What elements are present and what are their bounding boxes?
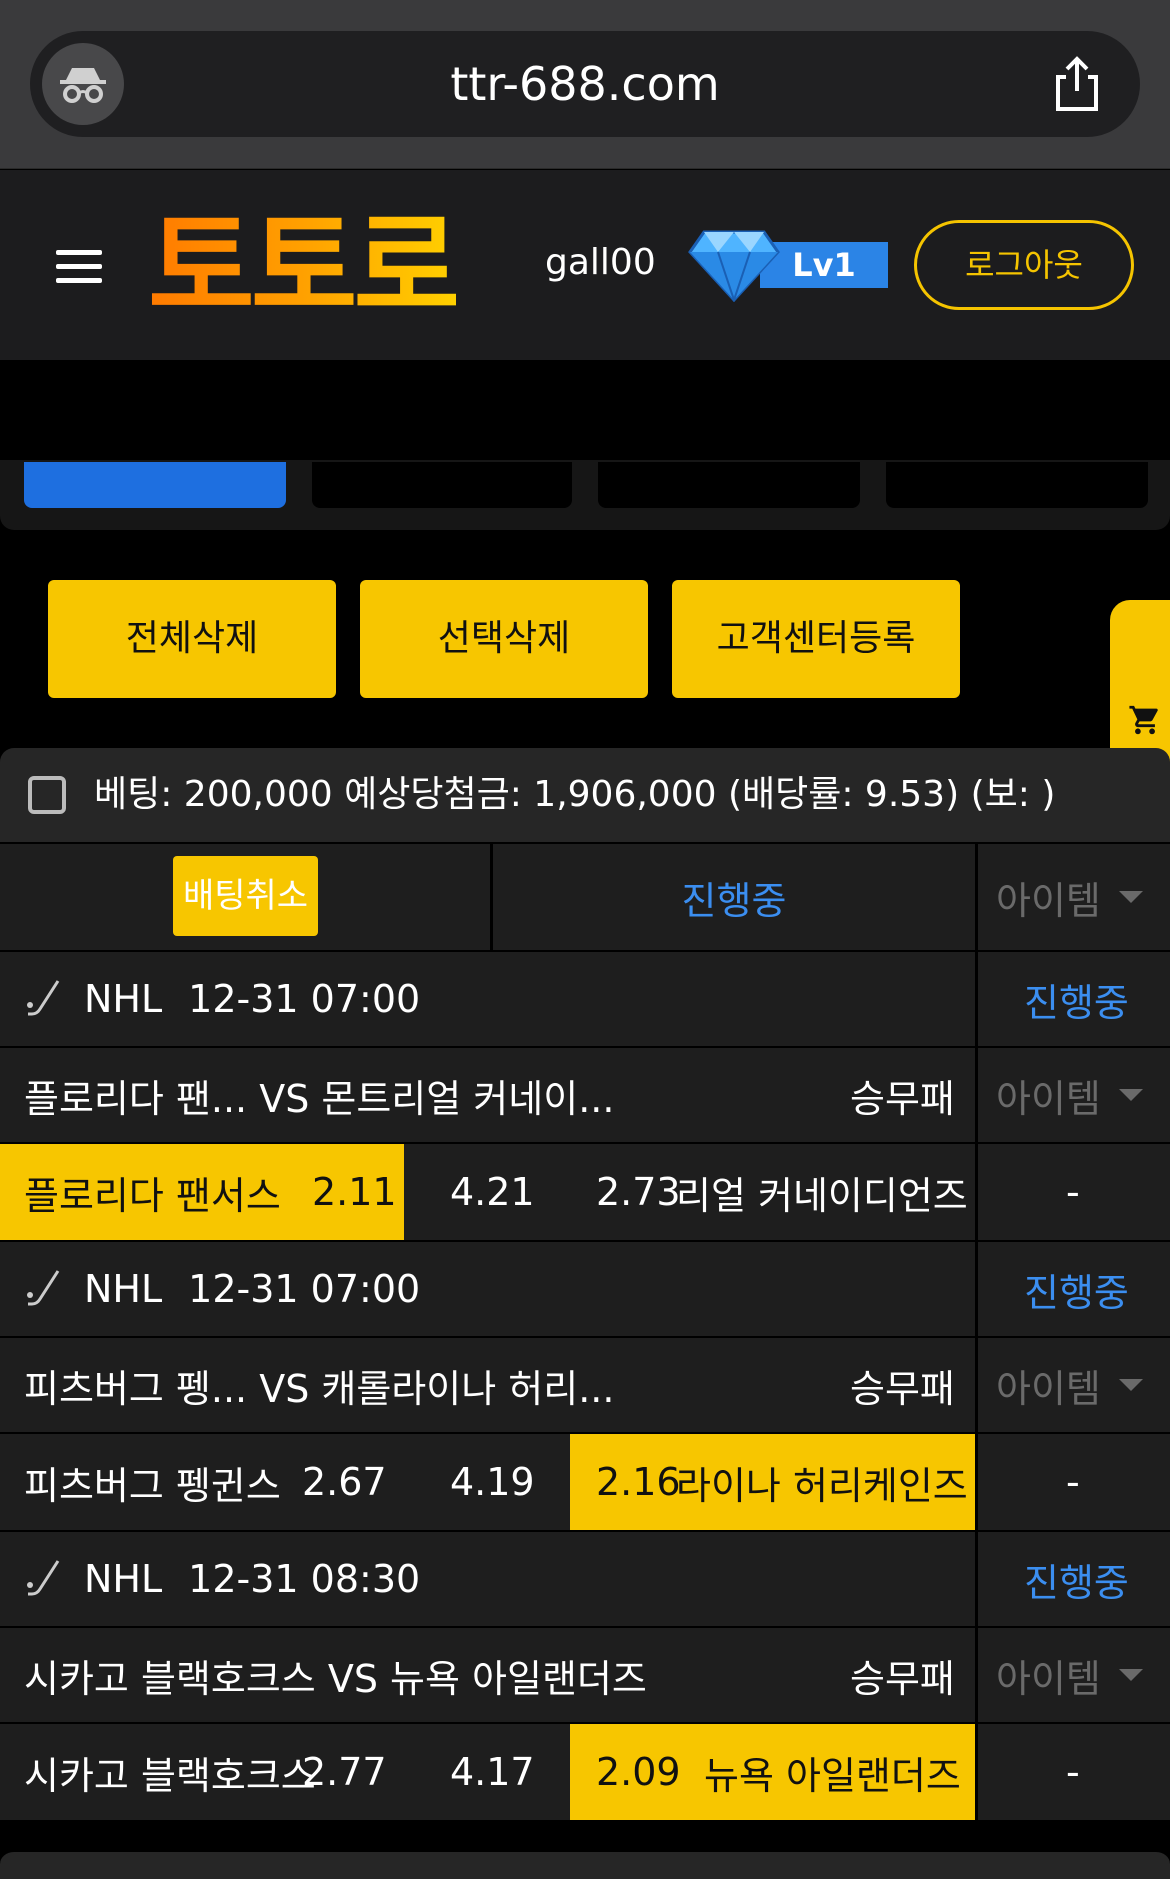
away-team-name[interactable]: 뉴욕 아일랜더즈 (704, 1724, 961, 1820)
chevron-down-icon (1118, 1379, 1143, 1391)
chevron-down-icon (1118, 1669, 1143, 1681)
logout-button[interactable]: 로그아웃 (914, 220, 1134, 310)
address-bar[interactable]: ttr-688.com (30, 31, 1140, 137)
tab-item[interactable] (598, 462, 860, 508)
home-team-name[interactable]: 피츠버그 펭귄스 (24, 1434, 281, 1530)
game-datetime: 12-31 07:00 (188, 977, 421, 1021)
table-header-row: 배팅취소 진행중 아이템 (0, 842, 1170, 950)
game-status: 진행중 (1024, 980, 1129, 1025)
item-dropdown-label: 아이템 (996, 1366, 1101, 1411)
item-value: - (1066, 1460, 1080, 1504)
item-dropdown-label: 아이템 (996, 1656, 1101, 1701)
item-dropdown[interactable]: 아이템 (996, 1628, 1143, 1722)
status-tab[interactable]: 진행중 (493, 844, 975, 950)
tab-item[interactable] (312, 462, 572, 508)
home-team-name[interactable]: 시카고 블랙호크스 (24, 1724, 316, 1820)
site-header: 토토로 gall00 Lv1 로그아웃 (0, 170, 1170, 360)
odds-row: 플로리다 팬서스 2.11 4.21 2.73 리얼 커네이디언즈 - (0, 1142, 1170, 1240)
chevron-down-icon (1118, 891, 1143, 903)
item-dropdown[interactable]: 아이템 (996, 844, 1170, 950)
game-matchup-row: 피츠버그 펭... VS 캐롤라이나 허리... 승무패 아이템 (0, 1336, 1170, 1432)
game-header-row: NHL 12-31 08:30 진행중 (0, 1530, 1170, 1626)
item-value: - (1066, 1750, 1080, 1794)
select-all-checkbox[interactable] (28, 776, 66, 814)
away-odds[interactable]: 2.73 (596, 1144, 681, 1240)
game-status: 진행중 (1024, 1270, 1129, 1315)
home-odds[interactable]: 2.77 (302, 1724, 387, 1820)
draw-odds[interactable]: 4.21 (450, 1144, 535, 1240)
home-odds[interactable]: 2.11 (312, 1144, 397, 1240)
market-type: 승무패 (850, 1076, 955, 1121)
hockey-stick-icon (27, 1270, 60, 1306)
cart-icon (1129, 705, 1158, 735)
diamond-icon (688, 230, 780, 302)
username: gall00 (545, 242, 656, 283)
game-header-row: NHL 12-31 07:00 진행중 (0, 950, 1170, 1046)
game-header-row: NHL 12-31 07:00 진행중 (0, 1240, 1170, 1336)
market-type: 승무패 (850, 1656, 955, 1701)
register-support-button[interactable]: 고객센터등록 (672, 580, 960, 698)
league-name: NHL (84, 1267, 163, 1311)
matchup-text: 시카고 블랙호크스 VS 뉴욕 아일랜더즈 (24, 1656, 647, 1701)
item-value: - (1066, 1170, 1080, 1214)
item-dropdown-label: 아이템 (996, 1076, 1101, 1121)
item-dropdown-label: 아이템 (996, 878, 1101, 923)
draw-odds[interactable]: 4.17 (450, 1724, 535, 1820)
cancel-bet-button[interactable]: 배팅취소 (173, 856, 318, 936)
away-odds[interactable]: 2.16 (596, 1434, 681, 1530)
bet-summary: 베팅: 200,000 예상당첨금: 1,906,000 (배당률: 9.53)… (0, 748, 1170, 842)
league-name: NHL (84, 977, 163, 1021)
tab-active[interactable] (24, 462, 286, 508)
odds-row: 피츠버그 펭귄스 2.67 4.19 2.16 라이나 허리케인즈 - (0, 1432, 1170, 1530)
matchup-text: 플로리다 팬... VS 몬트리얼 커네이... (24, 1076, 615, 1121)
game-datetime: 12-31 08:30 (188, 1557, 421, 1601)
url-text[interactable]: ttr-688.com (30, 31, 1140, 137)
item-dropdown[interactable]: 아이템 (996, 1338, 1143, 1432)
site-logo[interactable]: 토토로 (148, 198, 460, 338)
home-team-name[interactable]: 플로리다 팬서스 (24, 1144, 281, 1240)
away-team-name[interactable]: 라이나 허리케인즈 (676, 1434, 968, 1530)
away-odds[interactable]: 2.09 (596, 1724, 681, 1820)
game-matchup-row: 시카고 블랙호크스 VS 뉴욕 아일랜더즈 승무패 아이템 (0, 1626, 1170, 1722)
hamburger-menu-icon[interactable] (56, 250, 102, 284)
summary-text: 베팅: 200,000 예상당첨금: 1,906,000 (배당률: 9.53)… (94, 774, 1056, 815)
delete-selected-button[interactable]: 선택삭제 (360, 580, 648, 698)
odds-row: 시카고 블랙호크스 2.77 4.17 2.09 뉴욕 아일랜더즈 - (0, 1722, 1170, 1820)
matchup-text: 피츠버그 펭... VS 캐롤라이나 허리... (24, 1366, 615, 1411)
item-dropdown[interactable]: 아이템 (996, 1048, 1143, 1142)
tab-item[interactable] (886, 462, 1148, 508)
browser-toolbar: ttr-688.com (0, 0, 1170, 169)
game-matchup-row: 플로리다 팬... VS 몬트리얼 커네이... 승무패 아이템 (0, 1046, 1170, 1142)
market-type: 승무패 (850, 1366, 955, 1411)
game-status: 진행중 (1024, 1560, 1129, 1605)
game-datetime: 12-31 07:00 (188, 1267, 421, 1311)
chevron-down-icon (1118, 1089, 1143, 1101)
hockey-stick-icon (27, 980, 60, 1016)
home-odds[interactable]: 2.67 (302, 1434, 387, 1530)
delete-all-button[interactable]: 전체삭제 (48, 580, 336, 698)
share-icon[interactable] (1048, 55, 1106, 113)
next-bet-summary (0, 1850, 1170, 1879)
draw-odds[interactable]: 4.19 (450, 1434, 535, 1530)
hockey-stick-icon (27, 1560, 60, 1596)
league-name: NHL (84, 1557, 163, 1601)
away-team-name[interactable]: 리얼 커네이디언즈 (676, 1144, 968, 1240)
